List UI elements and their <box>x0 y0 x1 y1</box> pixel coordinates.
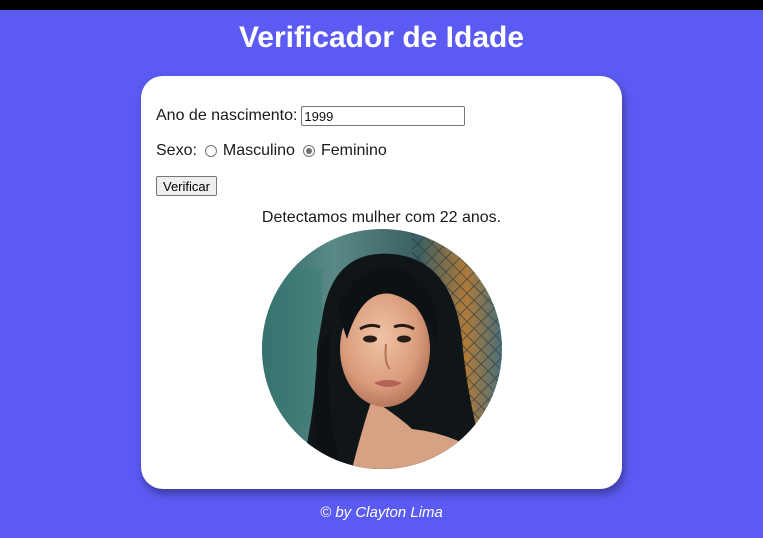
woman-portrait-image <box>262 229 502 469</box>
verifier-card: Ano de nascimento: Sexo: Masculino Femin… <box>141 76 622 489</box>
sex-label: Sexo: <box>156 142 197 159</box>
sex-row: Sexo: Masculino Feminino <box>156 140 387 162</box>
verify-button[interactable]: Verificar <box>156 176 217 196</box>
radio-feminino-label[interactable]: Feminino <box>321 142 387 160</box>
footer-credit: © by Clayton Lima <box>320 504 443 521</box>
page-title: Verificador de Idade <box>238 21 525 54</box>
button-row: Verificar <box>156 175 217 197</box>
radio-masculino[interactable] <box>204 145 217 157</box>
radio-feminino[interactable] <box>302 145 315 157</box>
birth-year-label: Ano de nascimento: <box>156 107 298 124</box>
birth-year-input[interactable] <box>301 106 466 126</box>
birth-year-row: Ano de nascimento: <box>156 105 466 127</box>
result-photo <box>262 229 502 469</box>
result-text: Detectamos mulher com 22 anos. <box>261 209 502 226</box>
radio-masculino-label[interactable]: Masculino <box>223 142 295 160</box>
top-strip <box>0 0 763 10</box>
